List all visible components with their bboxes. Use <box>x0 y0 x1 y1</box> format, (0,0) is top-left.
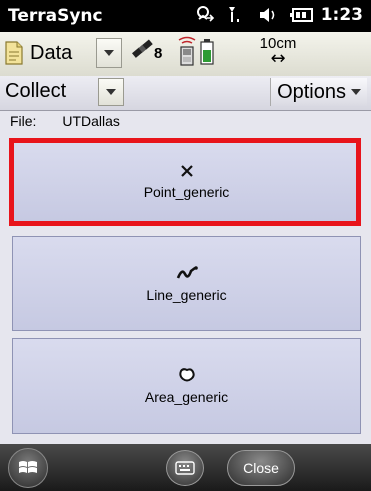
file-row: File: UTDallas <box>10 113 120 129</box>
keyboard-button[interactable] <box>166 450 204 486</box>
app-title: TerraSync <box>8 6 103 26</box>
main-toolbar: Data 8 10cm ↔ <box>0 32 371 77</box>
gps-receiver-icon[interactable] <box>176 36 198 68</box>
feature-button-point[interactable]: Point_generic <box>12 142 361 222</box>
signal-icon[interactable] <box>225 4 247 26</box>
section-selector[interactable]: Data <box>4 38 72 68</box>
feature-label: Line_generic <box>146 286 227 303</box>
feature-list-panel: File: UTDallas Point_generic Line_generi… <box>0 111 371 444</box>
feature-label: Point_generic <box>143 184 230 200</box>
file-label: File: <box>10 113 37 129</box>
line-icon <box>176 265 198 279</box>
satellite-count: 8 <box>154 45 163 62</box>
satellite-status[interactable]: 8 <box>130 38 162 62</box>
file-name: UTDallas <box>62 113 120 129</box>
data-section-icon <box>4 41 24 65</box>
windows-logo-icon <box>19 461 37 473</box>
mode-label[interactable]: Collect <box>5 80 66 103</box>
bottom-bar: Close <box>0 444 371 491</box>
mode-dropdown-button[interactable] <box>98 78 124 106</box>
start-button[interactable] <box>8 448 48 488</box>
status-icons: 1:23 <box>193 4 363 26</box>
point-icon <box>180 165 193 177</box>
screen: TerraSync 1:23 Data 8 10cm ↔ Collect Opt… <box>0 0 371 491</box>
receiver-battery-icon[interactable] <box>200 39 214 65</box>
feature-label: Area_generic <box>144 389 229 405</box>
chevron-down-icon <box>351 89 361 95</box>
satellite-icon <box>132 39 153 58</box>
precision-indicator[interactable]: 10cm ↔ <box>248 35 308 69</box>
close-label: Close <box>243 460 279 476</box>
close-button[interactable]: Close <box>227 450 295 486</box>
options-button[interactable]: Options <box>270 78 367 106</box>
feature-button-line[interactable]: Line_generic <box>12 236 361 331</box>
battery-icon[interactable] <box>289 4 313 26</box>
clock-time[interactable]: 1:23 <box>321 5 363 25</box>
feature-button-area[interactable]: Area_generic <box>12 338 361 434</box>
area-icon <box>178 368 195 382</box>
collect-toolbar: Collect Options <box>0 76 371 111</box>
volume-icon[interactable] <box>257 4 279 26</box>
chevron-down-icon <box>104 50 114 56</box>
status-bar: TerraSync 1:23 <box>0 0 371 32</box>
section-dropdown-button[interactable] <box>96 38 122 68</box>
double-arrow-icon: ↔ <box>270 48 286 69</box>
connectivity-icon[interactable] <box>193 4 215 26</box>
keyboard-icon <box>175 461 195 475</box>
section-label: Data <box>30 41 73 64</box>
options-label: Options <box>277 80 346 103</box>
chevron-down-icon <box>106 89 116 95</box>
